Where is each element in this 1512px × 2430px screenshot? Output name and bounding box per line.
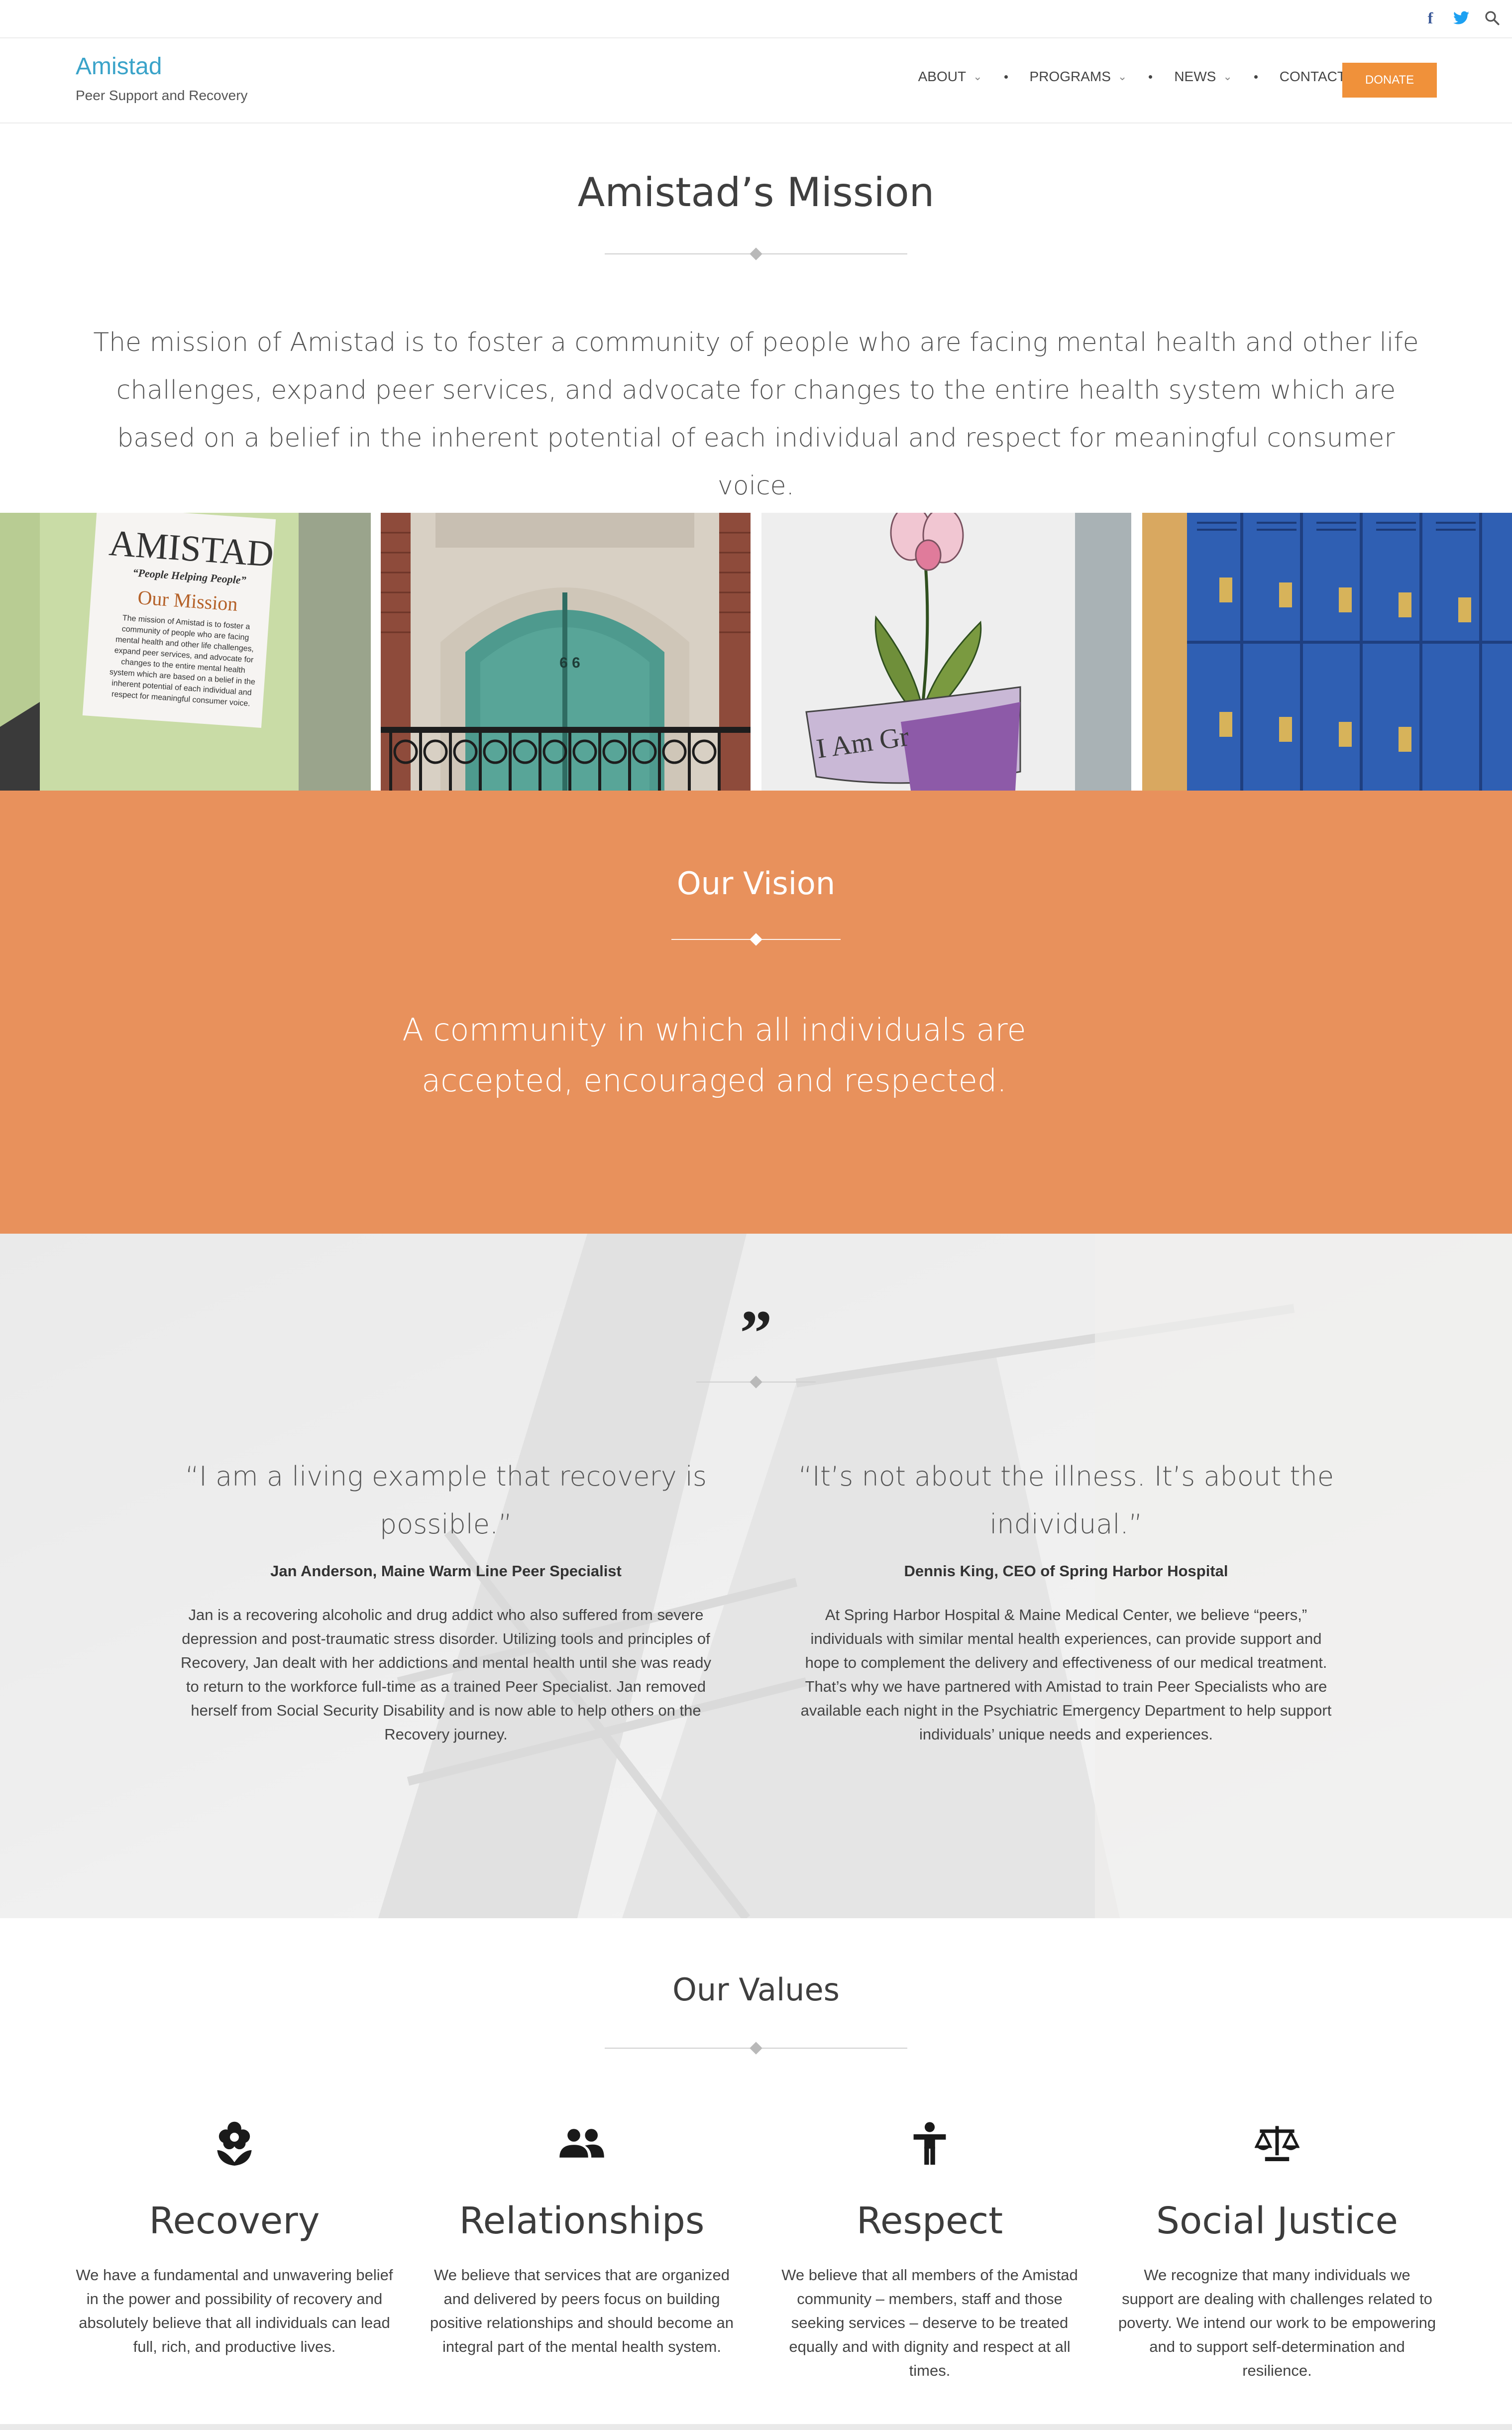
divider-diamond (750, 933, 762, 946)
value-name: Respect (856, 2199, 1003, 2242)
facebook-icon[interactable]: f (1422, 7, 1438, 29)
door-number: 6 6 (559, 655, 580, 671)
chevron-down-icon: ⌄ (1223, 70, 1232, 83)
flower-icon-graphic (217, 2121, 252, 2166)
chevron-down-icon: ⌄ (973, 70, 982, 83)
value-description: We have a fundamental and unwavering bel… (76, 2266, 393, 2355)
nav-item-news[interactable]: NEWS ⌄ (1174, 69, 1232, 85)
testimonials-divider (696, 1376, 816, 1389)
chevron-down-icon: ⌄ (1117, 70, 1127, 83)
nav-label-programs: PROGRAMS (1029, 69, 1111, 84)
nav-separator (1004, 75, 1008, 79)
value-description: We recognize that many individuals we su… (1118, 2266, 1436, 2379)
footer-edge (0, 2424, 1512, 2430)
photo-flower-drawing: I Am Gr (761, 513, 1131, 791)
photo-strip: AMISTAD “People Helping People” Our Miss… (0, 513, 1512, 791)
nav-label-about: ABOUT (918, 69, 967, 84)
flower-icon (75, 2116, 394, 2171)
value-card-social-justice: Social Justice We recognize that many in… (1118, 2116, 1436, 2383)
scales-icon-graphic (1255, 2126, 1299, 2161)
value-name: Recovery (149, 2199, 320, 2242)
scales-icon (1118, 2116, 1436, 2171)
search-icon[interactable] (1484, 7, 1500, 29)
testimonial-body: At Spring Harbor Hospital & Maine Medica… (800, 1606, 1332, 1743)
testimonial-body: Jan is a recovering alcoholic and drug a… (180, 1606, 712, 1743)
vision-section: Our Vision A community in which all indi… (0, 791, 1512, 1234)
social-bar: f (0, 0, 1512, 38)
value-card-recovery: Recovery We have a fundamental and unwav… (75, 2116, 394, 2359)
social-links: f (1422, 7, 1500, 29)
testimonial-quote: “I am a living example that recovery is … (185, 1461, 707, 1540)
nav-separator (1254, 75, 1258, 79)
testimonial-author: Jan Anderson, Maine Warm Line Peer Speci… (270, 1562, 622, 1580)
lockers-scene-graphic (1142, 513, 1512, 791)
nav-label-contact: CONTACT (1279, 69, 1346, 84)
door-scene-graphic (381, 513, 751, 791)
poster-text: AMISTAD “People Helping People” Our Miss… (86, 521, 287, 711)
value-description: We believe that services that are organi… (430, 2266, 734, 2355)
vision-divider (671, 933, 841, 946)
accessibility-icon (770, 2116, 1089, 2171)
mission-title: Amistad’s Mission (577, 169, 935, 216)
twitter-bird-glyph (1453, 11, 1469, 24)
photo-blue-lockers (1142, 513, 1512, 791)
mission-divider (605, 247, 907, 260)
nav-label-news: NEWS (1174, 69, 1216, 84)
testimonial-author: Dennis King, CEO of Spring Harbor Hospit… (904, 1562, 1228, 1580)
value-description: We believe that all members of the Amist… (781, 2266, 1078, 2379)
donate-button[interactable]: DONATE (1342, 63, 1437, 98)
quote-icon: ” (740, 1297, 772, 1369)
mission-text: The mission of Amistad is to foster a co… (93, 328, 1419, 501)
photo-arched-door: 6 6 (381, 513, 751, 791)
nav-item-contact[interactable]: CONTACT (1280, 69, 1346, 85)
divider-diamond (750, 247, 762, 260)
testimonial-card: “It’s not about the illness. It’s about … (792, 1453, 1340, 1746)
people-icon (423, 2116, 741, 2171)
values-title: Our Values (672, 1971, 840, 2008)
site-tagline: Peer Support and Recovery (76, 88, 248, 103)
testimonial-card: “I am a living example that recovery is … (172, 1453, 720, 1746)
testimonials-section: ” “I am a living example that recovery i… (0, 1234, 1512, 1918)
value-name: Social Justice (1156, 2199, 1398, 2242)
poster-body: The mission of Amistad is to foster a co… (109, 614, 256, 708)
vision-text: A community in which all individuals are… (402, 1012, 1026, 1099)
divider-diamond (750, 2042, 762, 2055)
accessibility-icon-graphic (913, 2122, 946, 2165)
search-magnifier-glyph (1485, 11, 1500, 25)
value-card-relationships: Relationships We believe that services t… (423, 2116, 741, 2359)
testimonial-quote: “It’s not about the illness. It’s about … (798, 1461, 1334, 1540)
twitter-icon[interactable] (1453, 7, 1469, 29)
main-nav: ABOUT ⌄ PROGRAMS ⌄ NEWS ⌄ CONTACT (918, 69, 1346, 85)
values-divider (605, 2042, 907, 2055)
site-logo-title[interactable]: Amistad (76, 53, 162, 80)
nav-item-about[interactable]: ABOUT ⌄ (918, 69, 982, 85)
nav-separator (1149, 75, 1153, 79)
photo-mission-poster: AMISTAD “People Helping People” Our Miss… (0, 513, 371, 791)
vision-title: Our Vision (676, 865, 836, 902)
value-name: Relationships (459, 2199, 705, 2242)
site-header: Amistad Peer Support and Recovery ABOUT … (0, 39, 1512, 123)
people-icon-graphic (559, 2129, 604, 2158)
value-card-respect: Respect We believe that all members of t… (770, 2116, 1089, 2383)
nav-item-programs[interactable]: PROGRAMS ⌄ (1030, 69, 1127, 85)
